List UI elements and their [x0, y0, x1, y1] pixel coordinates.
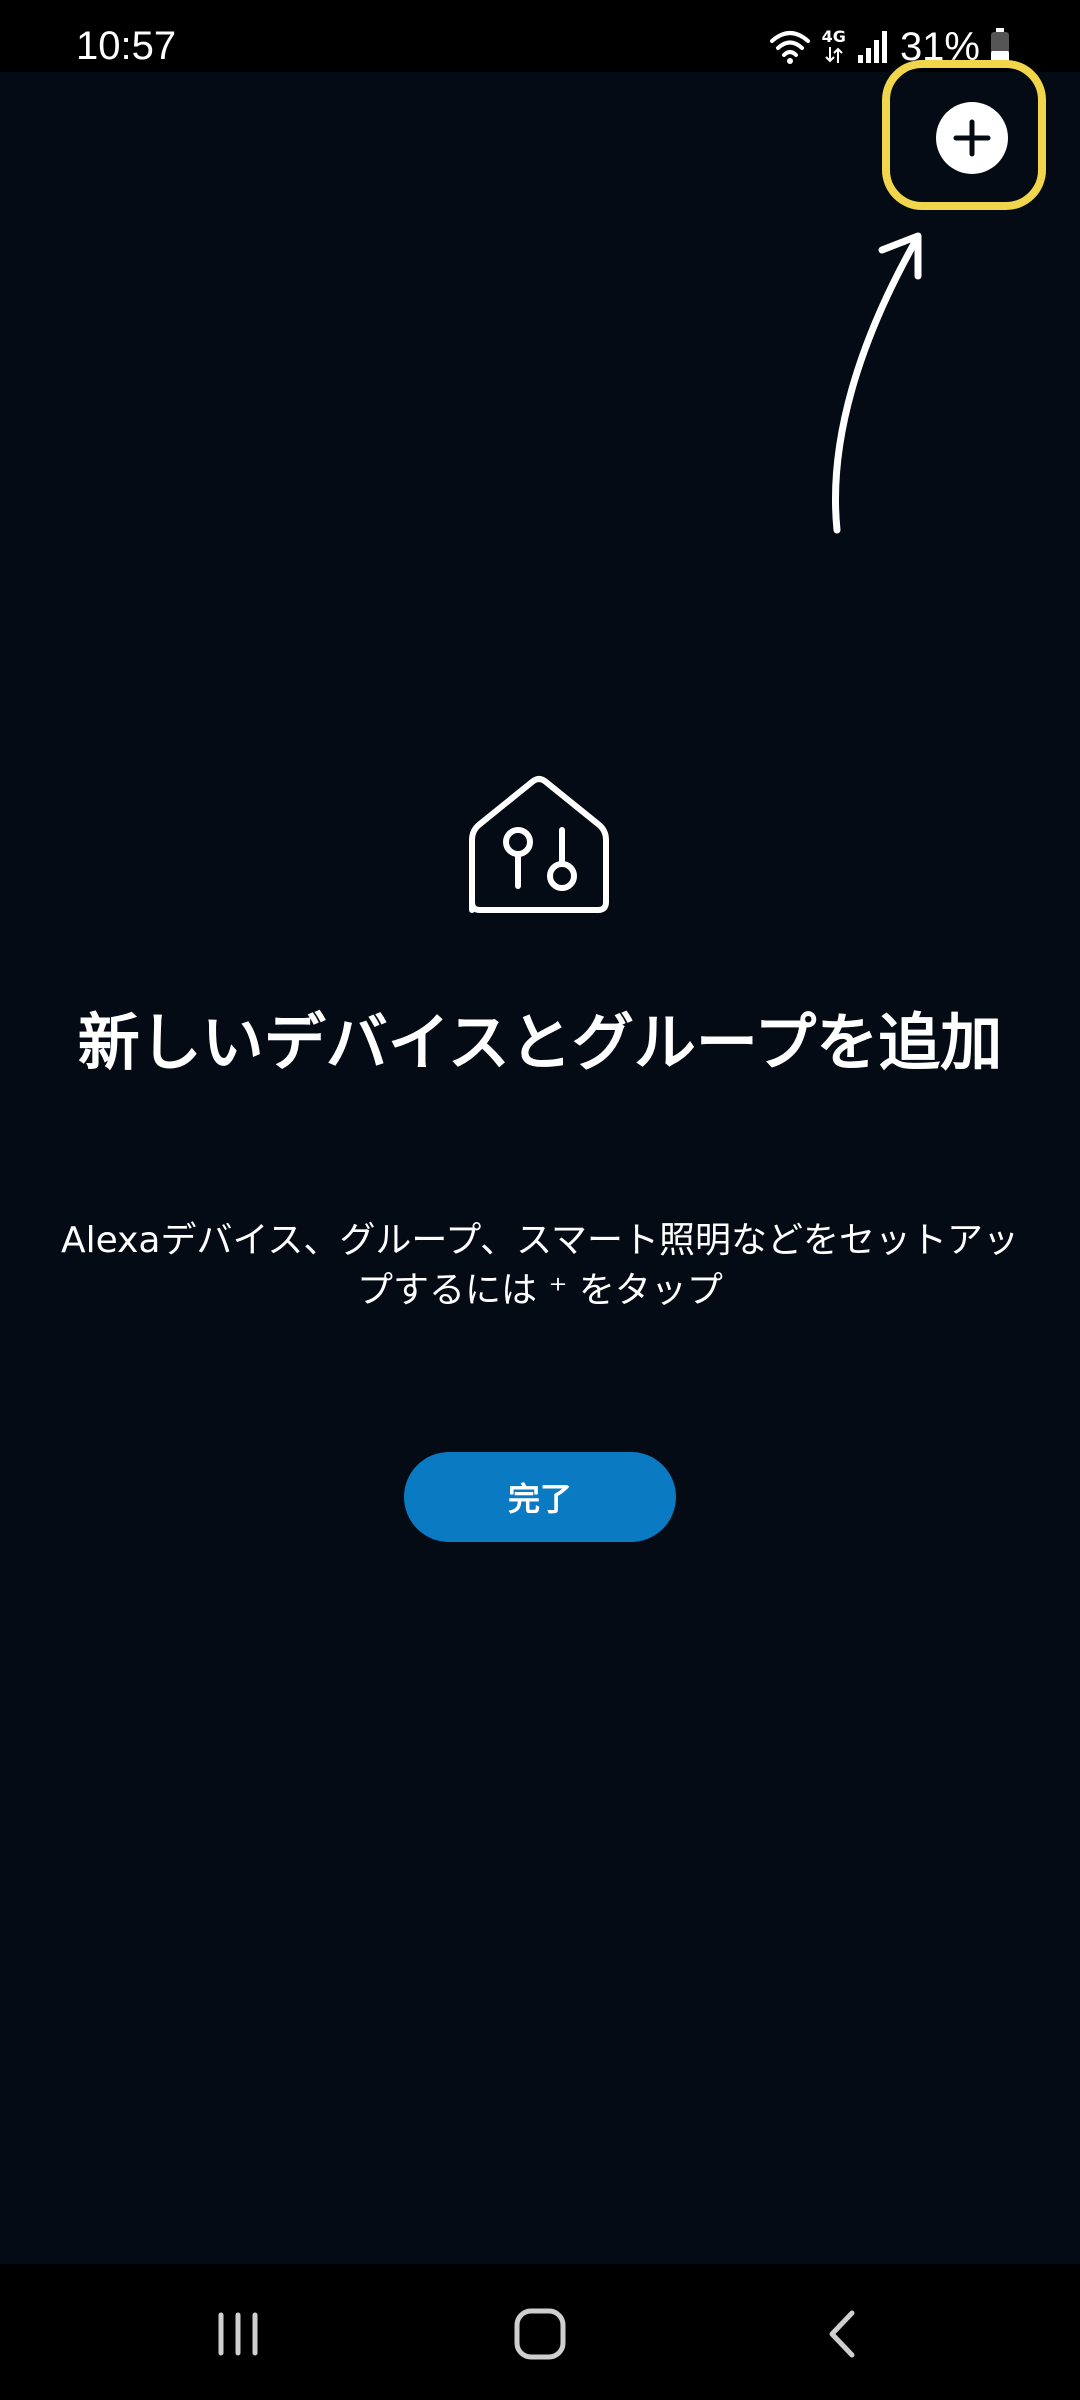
page-subtitle: Alexaデバイス、グループ、スマート照明などをセットアップするには ⁺ をタッ…: [60, 1220, 1020, 1311]
smart-home-icon: [469, 776, 609, 913]
page-title: 新しいデバイスとグループを追加: [77, 1006, 1003, 1079]
add-device-button[interactable]: [936, 102, 1008, 174]
recents-button[interactable]: [178, 2294, 298, 2374]
navigation-bar: [0, 2264, 1080, 2400]
home-button[interactable]: [480, 2294, 600, 2374]
network-label: 4G: [821, 27, 846, 46]
pointer-arrow-icon: [831, 232, 922, 534]
done-button[interactable]: 完了: [404, 1452, 676, 1542]
plus-icon: [953, 119, 991, 157]
wifi-icon: [769, 31, 810, 64]
recents-icon: [218, 2312, 258, 2356]
home-icon: [514, 2308, 566, 2360]
back-icon: [829, 2310, 855, 2358]
screen: 10:57 4G 31% 新しいデバイスとグループを追加 Alexaデバイス、グ…: [0, 0, 1080, 2400]
network-indicator: 4G: [822, 29, 846, 65]
back-button[interactable]: [782, 2294, 902, 2374]
signal-icon: [857, 31, 887, 63]
status-time: 10:57: [76, 24, 177, 68]
data-transfer-icon: [825, 47, 843, 63]
